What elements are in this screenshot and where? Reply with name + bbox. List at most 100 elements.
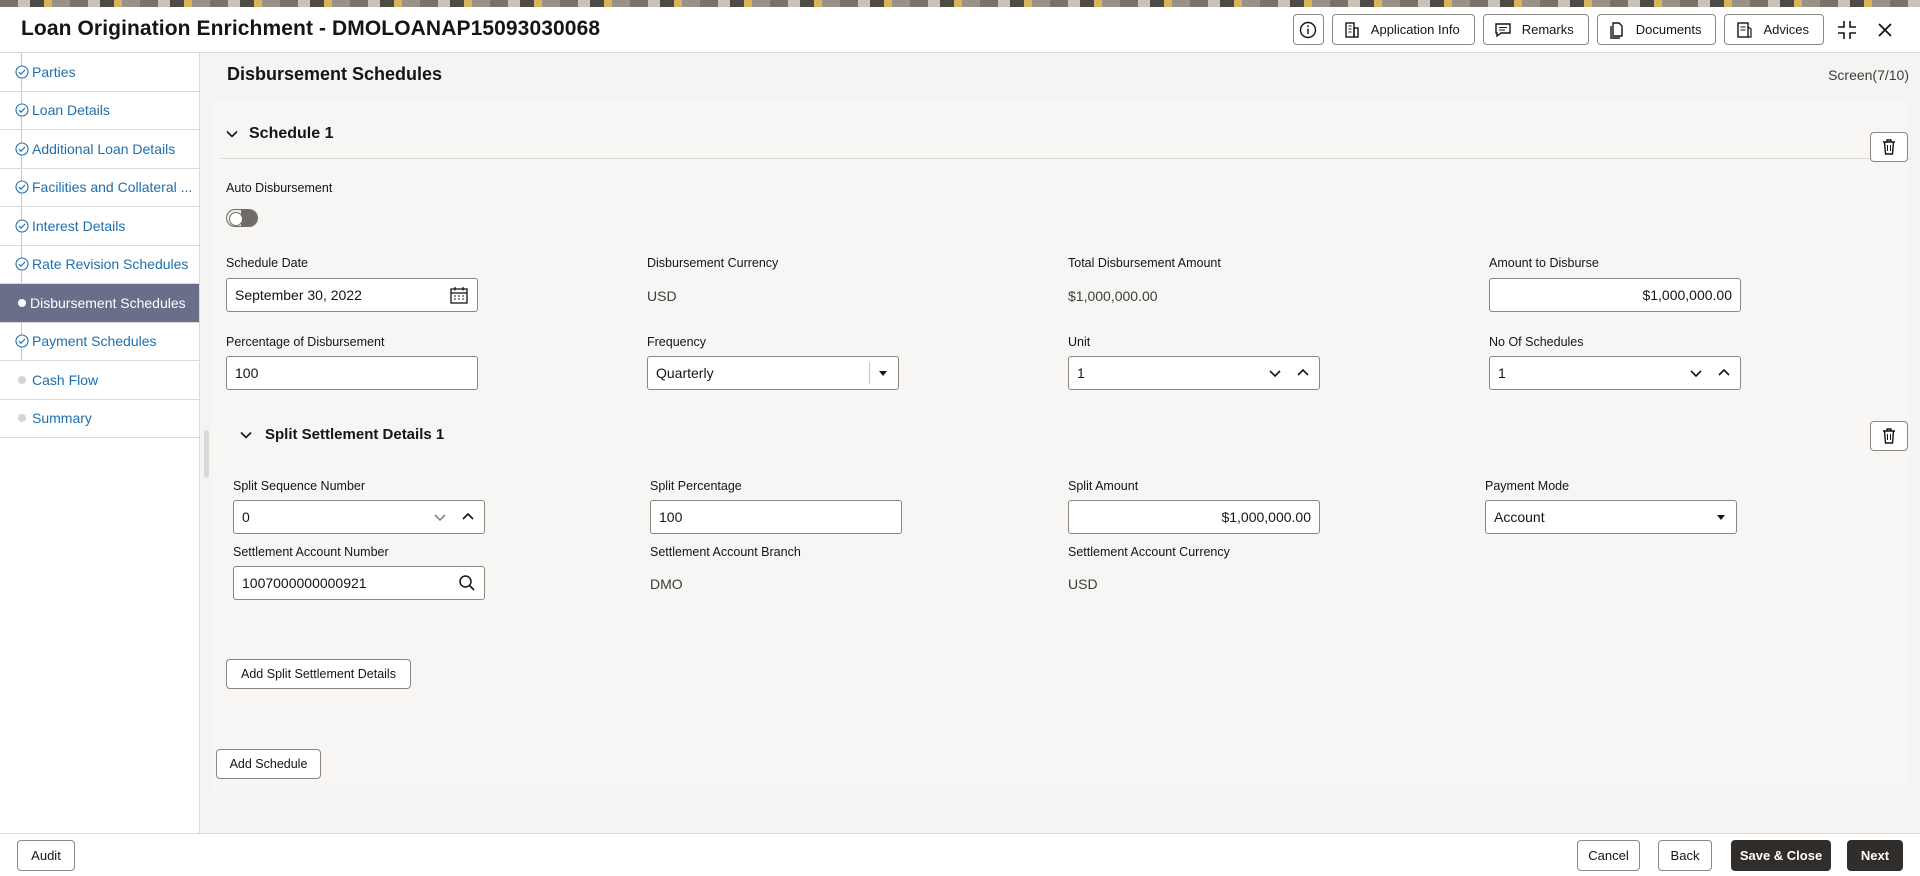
chevron-down-icon <box>1690 370 1702 378</box>
info-icon <box>1300 21 1317 38</box>
pending-step-icon <box>15 373 29 387</box>
sidebar-item-interest-details[interactable]: Interest Details <box>0 207 199 246</box>
sidebar-item-parties[interactable]: Parties <box>0 53 199 92</box>
header-actions: Application Info Remarks Documents Advic… <box>1292 14 1900 45</box>
caret-down-icon <box>879 371 887 376</box>
close-icon <box>1878 22 1892 37</box>
cancel-button[interactable]: Cancel <box>1577 840 1640 871</box>
audit-button[interactable]: Audit <box>17 840 75 871</box>
close-button[interactable] <box>1870 14 1900 45</box>
comment-icon <box>1495 22 1511 37</box>
sidebar-item-label: Loan Details <box>32 102 110 119</box>
chevron-up-icon <box>462 512 474 520</box>
frequency-label: Frequency <box>647 335 707 349</box>
next-button[interactable]: Next <box>1847 840 1903 871</box>
split-percentage-label: Split Percentage <box>650 479 742 493</box>
schedule-panel <box>211 101 1909 791</box>
check-circle-icon <box>15 103 29 117</box>
divider <box>221 158 1911 159</box>
search-icon <box>459 575 475 591</box>
delete-schedule-button[interactable] <box>1870 132 1908 162</box>
unit-stepper[interactable]: 1 <box>1068 356 1320 390</box>
sidebar-item-additional-loan-details[interactable]: Additional Loan Details <box>0 130 199 169</box>
add-split-settlement-details-button[interactable]: Add Split Settlement Details <box>226 659 411 689</box>
add-schedule-button[interactable]: Add Schedule <box>216 749 321 779</box>
sidebar-item-label: Summary <box>32 410 92 427</box>
no-of-schedules-stepper[interactable]: 1 <box>1489 356 1741 390</box>
remarks-button[interactable]: Remarks <box>1482 14 1589 45</box>
documents-button[interactable]: Documents <box>1596 14 1717 45</box>
check-circle-icon <box>15 65 29 79</box>
chevron-down-icon <box>434 514 446 522</box>
collapse-button[interactable] <box>1832 14 1862 45</box>
info-button[interactable] <box>1292 14 1324 45</box>
disbursement-currency-label: Disbursement Currency <box>647 256 779 270</box>
application-info-button[interactable]: Application Info <box>1331 14 1475 45</box>
schedule-date-label: Schedule Date <box>226 256 309 270</box>
auto-disbursement-switch[interactable] <box>226 209 258 227</box>
settlement-account-currency-label: Settlement Account Currency <box>1068 545 1230 559</box>
pending-step-icon <box>15 411 29 425</box>
chevron-down-icon <box>240 431 252 439</box>
chevron-down-icon <box>226 130 238 138</box>
split-percentage-field[interactable]: 100 <box>650 500 902 534</box>
sidebar-item-rate-revision-schedules[interactable]: Rate Revision Schedules <box>0 245 199 284</box>
documents-label: Documents <box>1635 22 1702 37</box>
percentage-of-disbursement-value: 100 <box>235 365 259 381</box>
percentage-of-disbursement-field[interactable]: 100 <box>226 356 478 390</box>
sidebar-item-facilities-and-collateral[interactable]: Facilities and Collateral ... <box>0 168 199 207</box>
amount-to-disburse-value: $1,000,000.00 <box>1642 287 1732 303</box>
no-of-schedules-label: No Of Schedules <box>1489 335 1584 349</box>
auto-disbursement-label: Auto Disbursement <box>226 181 333 195</box>
schedule-date-field[interactable]: September 30, 2022 <box>226 278 478 312</box>
sidebar-item-cash-flow[interactable]: Cash Flow <box>0 361 199 400</box>
sidebar-item-summary[interactable]: Summary <box>0 400 199 438</box>
settlement-account-number-label: Settlement Account Number <box>233 545 389 559</box>
top-decorative-strip <box>0 0 1920 7</box>
delete-split-button[interactable] <box>1870 421 1908 451</box>
current-step-icon <box>15 296 29 310</box>
page-header-title: Loan Origination Enrichment - DMOLOANAP1… <box>21 17 601 40</box>
check-circle-icon <box>15 180 29 194</box>
caret-down-icon <box>1717 515 1725 520</box>
schedule-date-value: September 30, 2022 <box>235 287 362 303</box>
sidebar-item-disbursement-schedules[interactable]: Disbursement Schedules <box>0 284 199 323</box>
percentage-of-disbursement-label: Percentage of Disbursement <box>226 335 385 349</box>
check-circle-icon <box>15 257 29 271</box>
main-content: Disbursement Schedules Screen(7/10) Sche… <box>201 53 1920 833</box>
check-circle-icon <box>15 142 29 156</box>
split-amount-field[interactable]: $1,000,000.00 <box>1068 500 1320 534</box>
amount-to-disburse-field[interactable]: $1,000,000.00 <box>1489 278 1741 312</box>
check-circle-icon <box>15 334 29 348</box>
sidebar-item-label: Payment Schedules <box>32 333 157 350</box>
frequency-select[interactable]: Quarterly <box>647 356 899 390</box>
sidebar-item-label: Rate Revision Schedules <box>32 256 189 273</box>
sidebar-item-label: Disbursement Schedules <box>30 294 186 311</box>
frequency-value: Quarterly <box>656 365 714 381</box>
settlement-account-number-value: 1007000000000921 <box>242 575 367 591</box>
advices-button[interactable]: Advices <box>1724 14 1824 45</box>
save-and-close-button[interactable]: Save & Close <box>1731 840 1831 871</box>
split-sequence-number-stepper[interactable]: 0 <box>233 500 485 534</box>
settlement-account-currency-value: USD <box>1068 576 1098 592</box>
schedule-toggle[interactable]: Schedule 1 <box>225 125 333 143</box>
sidebar-item-loan-details[interactable]: Loan Details <box>0 91 199 130</box>
payment-mode-select[interactable]: Account <box>1485 500 1737 534</box>
amount-to-disburse-label: Amount to Disburse <box>1489 256 1599 270</box>
split-percentage-value: 100 <box>659 509 683 525</box>
settlement-account-branch-label: Settlement Account Branch <box>650 545 801 559</box>
chevron-down-icon <box>1269 370 1281 378</box>
remarks-label: Remarks <box>1521 22 1574 37</box>
check-circle-icon <box>15 219 29 233</box>
split-amount-label: Split Amount <box>1068 479 1139 493</box>
trash-icon <box>1883 428 1895 444</box>
screen-counter: Screen(7/10) <box>1828 67 1909 83</box>
documents-icon <box>1610 21 1623 39</box>
back-button[interactable]: Back <box>1658 840 1712 871</box>
sidebar-item-label: Additional Loan Details <box>32 140 176 157</box>
sidebar-item-payment-schedules[interactable]: Payment Schedules <box>0 322 199 361</box>
split-settlement-toggle[interactable]: Split Settlement Details 1 <box>239 426 444 443</box>
settlement-account-branch-value: DMO <box>650 576 683 592</box>
chevron-up-icon <box>1297 368 1309 376</box>
settlement-account-number-field[interactable]: 1007000000000921 <box>233 566 485 600</box>
